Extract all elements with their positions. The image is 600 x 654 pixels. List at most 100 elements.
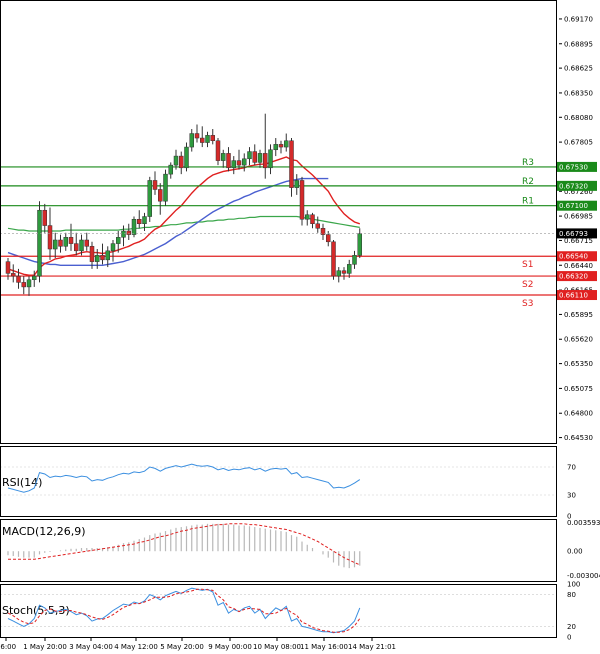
price-tick-label: 0.68895: [564, 40, 593, 48]
candle-body: [184, 146, 189, 169]
rsi-tick-label: 70: [567, 464, 576, 472]
candle-body: [231, 160, 236, 169]
candle-body: [158, 189, 163, 202]
candle-body: [347, 264, 352, 274]
time-tick-label: 14 May 21:01: [348, 643, 396, 651]
candle: [147, 176, 152, 222]
candle-body: [305, 214, 310, 220]
candle-body: [352, 255, 357, 265]
candle-body: [16, 275, 21, 283]
candle-body: [110, 243, 116, 252]
candle: [331, 239, 336, 280]
level-name-r2: R2: [522, 177, 534, 187]
current-price-value: 0.66793: [559, 230, 588, 238]
candle-body: [121, 230, 126, 238]
candle-body: [210, 135, 215, 141]
price-tick-label: 0.69170: [564, 15, 593, 23]
candle-body: [147, 180, 152, 217]
candle-body: [278, 144, 284, 148]
candle-body: [205, 135, 210, 143]
price-tick-label: 0.68625: [564, 65, 593, 73]
candle-body: [236, 160, 242, 166]
candle-body: [194, 133, 200, 139]
candle-body: [310, 214, 315, 225]
candle-body: [21, 282, 26, 288]
time-tick-label: 10 May 08:00: [253, 643, 301, 651]
level-name-r1: R1: [522, 197, 534, 207]
price-tick-label: 0.65895: [564, 311, 593, 319]
stoch-tick-label: 80: [567, 591, 576, 599]
time-tick-label: 4 May 12:00: [114, 643, 158, 651]
candle-body: [268, 149, 273, 169]
candle-body: [74, 243, 79, 252]
candle-body: [257, 153, 263, 163]
level-tag-value: 0.67530: [559, 163, 588, 171]
candle-body: [294, 180, 299, 188]
candle-body: [315, 223, 320, 229]
candle-body: [105, 250, 110, 261]
time-tick-label: 11 May 16:00: [300, 643, 348, 651]
level-tag-value: 0.67100: [559, 202, 588, 210]
candle-body: [284, 140, 289, 148]
candle-body: [5, 261, 11, 274]
candle-body: [341, 270, 347, 274]
candle-body: [247, 151, 252, 160]
price-tick-label: 0.68080: [564, 114, 593, 122]
candle-body: [142, 216, 147, 225]
chart-background: [0, 0, 600, 654]
candle-body: [273, 144, 278, 151]
candle-body: [53, 239, 58, 250]
candle: [163, 169, 168, 206]
candle-body: [79, 239, 84, 252]
candle-body: [263, 153, 268, 169]
candle-body: [137, 218, 142, 225]
time-tick-label: 26:00: [0, 643, 16, 651]
candle: [289, 138, 294, 197]
candle-body: [68, 237, 74, 244]
candle-body: [84, 239, 89, 247]
candle-body: [63, 237, 68, 247]
candle-body: [163, 173, 168, 202]
candle-body: [47, 225, 53, 250]
macd-label: MACD(12,26,9): [2, 525, 86, 538]
price-tick-label: 0.64800: [564, 410, 593, 418]
candle-body: [100, 255, 105, 261]
level-tag-value: 0.67320: [559, 182, 588, 190]
candle-body: [221, 153, 226, 161]
candle-body: [331, 241, 336, 277]
candle-body: [32, 275, 37, 280]
level-name-s1: S1: [522, 260, 533, 270]
macd-tick-label: 0.00: [567, 548, 583, 556]
level-name-s3: S3: [522, 299, 533, 309]
candle-body: [289, 140, 294, 188]
stoch-tick-label: 100: [567, 581, 580, 589]
candle-body: [95, 255, 100, 262]
candle: [299, 176, 305, 226]
candle-body: [11, 273, 16, 277]
candle: [184, 142, 189, 172]
stoch-tick-label: 20: [567, 623, 576, 631]
price-tick-label: 0.64530: [564, 434, 593, 442]
stoch-tick-label: 0: [567, 634, 571, 642]
candle-body: [179, 155, 184, 169]
macd-tick-label: -0.003004: [567, 572, 600, 580]
candle-body: [126, 230, 131, 235]
time-tick-label: 9 May 00:00: [208, 643, 252, 651]
candle-body: [131, 218, 137, 235]
candle-body: [89, 246, 95, 262]
candle-body: [226, 153, 231, 169]
candle-body: [215, 140, 221, 161]
candle-body: [242, 158, 247, 166]
macd-tick-label: 0.003593: [567, 519, 600, 527]
candle-body: [26, 279, 32, 288]
time-tick-label: 3 May 04:00: [69, 643, 113, 651]
time-tick-label: 1 May 20:00: [23, 643, 67, 651]
candle-body: [326, 234, 331, 243]
forex-chart[interactable]: R3 R2 R1 S1 S2 S3 0.69170 0.68895 0.68625 0.6835…: [0, 0, 600, 654]
price-tick-label: 0.66440: [564, 262, 593, 270]
candle-body: [357, 233, 362, 256]
candle-body: [116, 237, 121, 244]
candle-body: [299, 180, 305, 220]
candle-body: [37, 209, 42, 277]
price-tick-label: 0.65075: [564, 385, 593, 393]
